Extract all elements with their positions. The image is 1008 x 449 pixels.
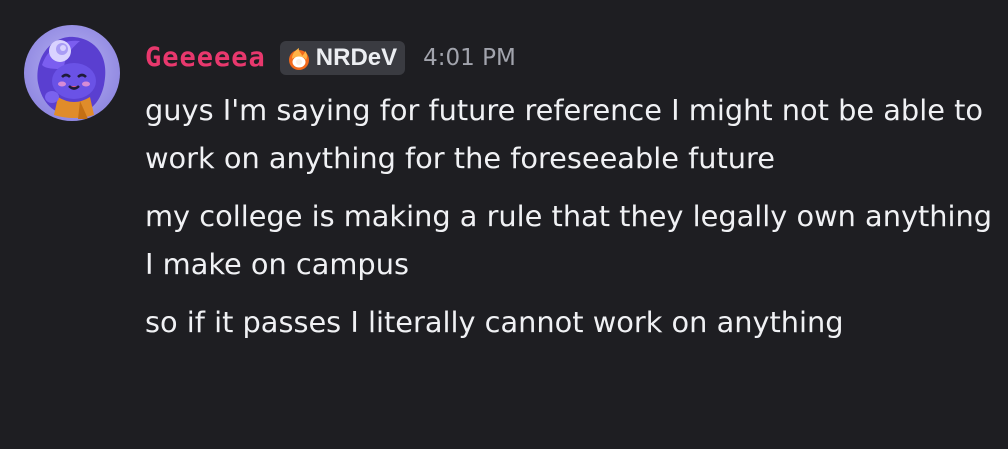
user-avatar[interactable] bbox=[24, 25, 120, 121]
message-line: guys I'm saying for future reference I m… bbox=[145, 93, 993, 175]
message-header: Geeeeea NRDeV 4:01 PM bbox=[145, 38, 516, 78]
chat-message: Geeeeea NRDeV 4:01 PM guys I'm saying fo… bbox=[0, 0, 1008, 449]
message-content: guys I'm saying for future reference I m… bbox=[145, 86, 995, 356]
username[interactable]: Geeeeea bbox=[145, 38, 266, 78]
message-line: so if it passes I literally cannot work … bbox=[145, 305, 844, 339]
avatar-image bbox=[24, 25, 120, 121]
message-line: my college is making a rule that they le… bbox=[145, 199, 1002, 281]
server-tag-label: NRDeV bbox=[315, 44, 398, 71]
server-tag[interactable]: NRDeV bbox=[279, 41, 406, 75]
flame-icon bbox=[288, 48, 309, 70]
message-timestamp[interactable]: 4:01 PM bbox=[423, 38, 516, 78]
